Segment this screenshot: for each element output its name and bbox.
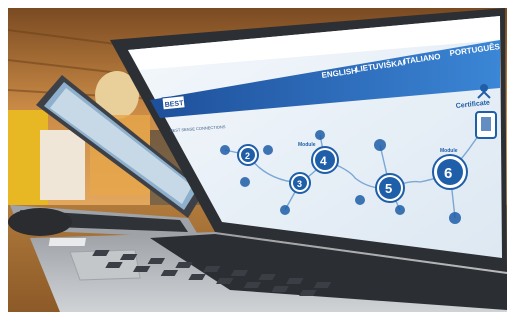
flow-dot <box>220 145 230 155</box>
flow-dot <box>263 145 273 155</box>
flow-step-3: 3 <box>289 172 311 194</box>
flow-dot <box>374 139 386 151</box>
laptops-photo: ENGLISH LIETUVIŠKAI ITALIANO PORTUGUÊS B… <box>0 0 515 320</box>
flow-step-4: 4 <box>311 146 339 174</box>
flow-dot <box>240 177 250 187</box>
flow-step-number: 4 <box>320 154 327 168</box>
deck-sticker <box>48 238 87 246</box>
flow-step-number: 6 <box>444 165 452 182</box>
mouse <box>8 208 72 236</box>
flow-dot <box>449 212 461 224</box>
flow-dot <box>395 205 405 215</box>
flow-dot <box>355 195 365 205</box>
flow-dot <box>280 205 290 215</box>
flow-step-number: 3 <box>297 179 302 189</box>
flow-dot <box>315 130 325 140</box>
module-label: Module <box>298 142 316 148</box>
photo-scene: ENGLISH LIETUVIŠKAI ITALIANO PORTUGUÊS B… <box>0 0 515 320</box>
module-label: Module <box>440 148 458 154</box>
flow-step-6: 6 <box>432 154 468 190</box>
flow-step-2: 2 <box>237 144 259 166</box>
flow-step-number: 2 <box>245 151 250 161</box>
flow-step-number: 5 <box>385 181 392 196</box>
flow-step-5: 5 <box>375 173 405 203</box>
